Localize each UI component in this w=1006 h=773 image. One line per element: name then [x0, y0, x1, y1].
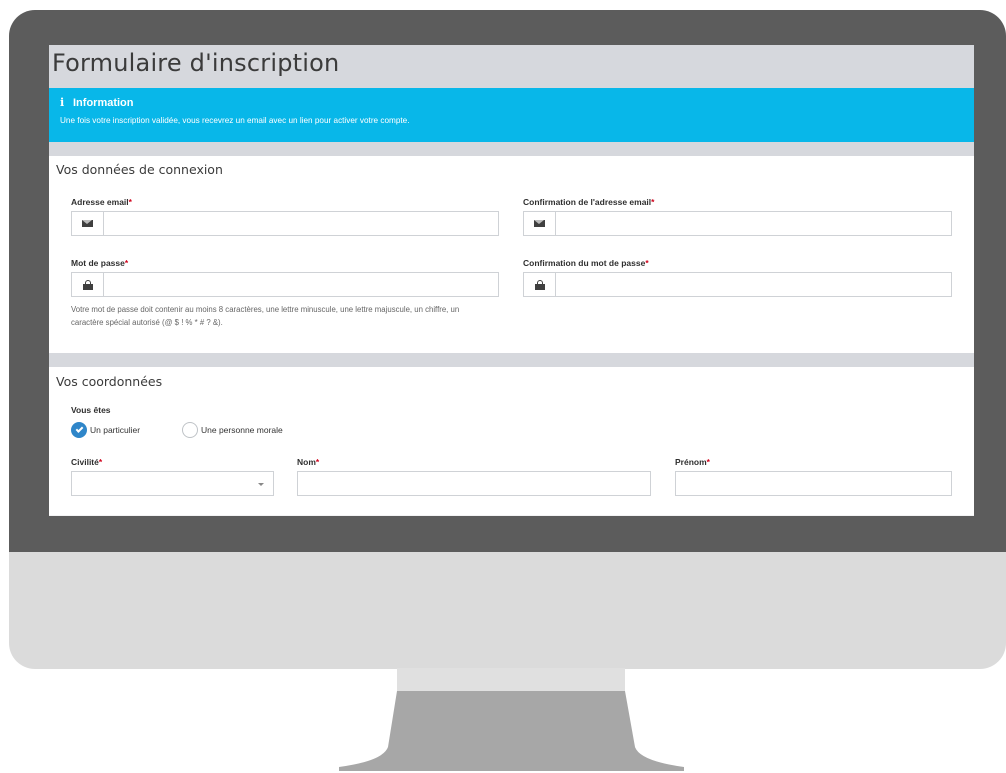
password-confirm-label: Confirmation du mot de passe* — [523, 258, 649, 268]
contact-section: Vos coordonnées Vous êtes Un particulier… — [49, 367, 974, 515]
screen: Formulaire d'inscription i Information U… — [49, 45, 974, 516]
radio-label: Un particulier — [90, 425, 141, 435]
radio-personne-morale[interactable]: Une personne morale — [182, 422, 283, 438]
section-divider — [49, 142, 974, 156]
password-input[interactable] — [104, 273, 498, 296]
last-name-label: Nom* — [297, 457, 320, 467]
required-mark: * — [315, 457, 320, 467]
check-icon — [75, 425, 83, 433]
required-mark: * — [706, 457, 710, 467]
required-mark: * — [651, 197, 655, 207]
required-mark: * — [645, 258, 649, 268]
info-banner: i Information Une fois votre inscription… — [49, 88, 974, 142]
password-confirm-input[interactable] — [556, 273, 951, 296]
lock-icon — [72, 273, 104, 296]
first-name-field[interactable] — [675, 471, 952, 496]
envelope-icon — [524, 212, 556, 235]
monitor-neck — [397, 668, 625, 692]
required-mark: * — [128, 197, 132, 207]
password-confirm-field[interactable] — [523, 272, 952, 297]
civility-label: Civilité* — [71, 457, 103, 467]
password-help-text: Votre mot de passe doit contenir au moin… — [71, 305, 460, 327]
caret-down-icon — [258, 483, 264, 486]
radio-label: Une personne morale — [201, 425, 283, 435]
page-header: Formulaire d'inscription — [49, 45, 974, 88]
first-name-input[interactable] — [676, 472, 951, 495]
info-icon: i — [60, 96, 65, 109]
info-title: Information — [73, 96, 134, 109]
section-divider — [49, 353, 974, 367]
lock-icon — [524, 273, 556, 296]
monitor-mockup: Formulaire d'inscription i Information U… — [0, 0, 1006, 773]
info-text: Une fois votre inscription validée, vous… — [60, 116, 410, 125]
password-field[interactable] — [71, 272, 499, 297]
envelope-icon — [72, 212, 104, 235]
email-input[interactable] — [104, 212, 498, 235]
contact-section-title: Vos coordonnées — [56, 374, 163, 389]
civility-select[interactable] — [71, 471, 274, 496]
radio-particulier[interactable]: Un particulier — [71, 422, 140, 438]
email-confirm-label: Confirmation de l'adresse email* — [523, 197, 655, 207]
required-mark: * — [124, 258, 129, 268]
email-field[interactable] — [71, 211, 499, 236]
page-title: Formulaire d'inscription — [52, 49, 340, 77]
email-label: Adresse email* — [71, 197, 132, 207]
password-label: Mot de passe* — [71, 258, 129, 268]
last-name-input[interactable] — [298, 472, 650, 495]
you-are-label: Vous êtes — [71, 405, 111, 415]
monitor-stand — [339, 691, 684, 771]
email-confirm-field[interactable] — [523, 211, 952, 236]
first-name-label: Prénom* — [675, 457, 710, 467]
email-confirm-input[interactable] — [556, 212, 951, 235]
radio-button[interactable] — [182, 422, 198, 438]
required-mark: * — [98, 457, 103, 467]
monitor-chin — [9, 552, 1006, 669]
radio-button-checked[interactable] — [71, 422, 87, 438]
last-name-field[interactable] — [297, 471, 651, 496]
login-section-title: Vos données de connexion — [56, 162, 223, 177]
login-section: Vos données de connexion Adresse email* … — [49, 156, 974, 353]
